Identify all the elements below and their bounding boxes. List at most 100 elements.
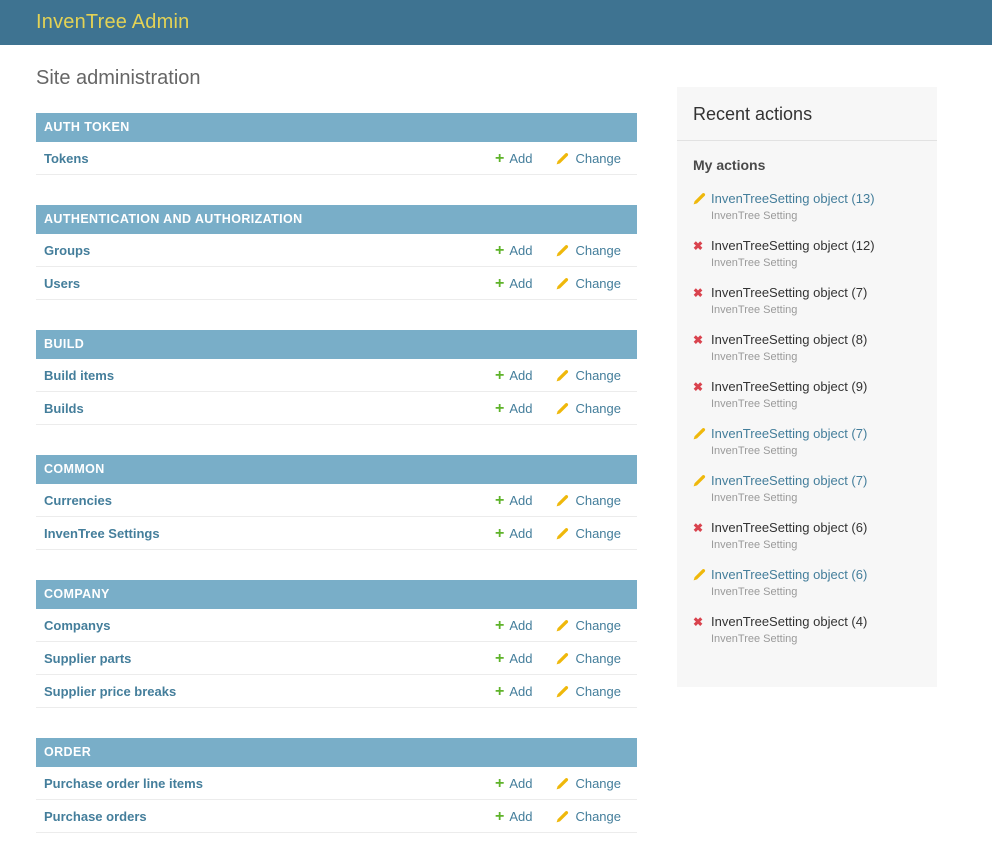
change-link[interactable]: Change: [556, 618, 621, 633]
change-link[interactable]: Change: [556, 526, 621, 541]
sidebar-column: Recent actions My actions InvenTreeSetti…: [677, 87, 937, 687]
add-link[interactable]: + Add: [495, 151, 532, 166]
plus-icon: +: [495, 810, 504, 823]
add-link[interactable]: + Add: [495, 493, 532, 508]
app-module: BUILD Build items + Add Change Builds + …: [36, 330, 637, 425]
model-link[interactable]: Users: [44, 276, 495, 291]
model-row: Builds + Add Change: [36, 392, 637, 425]
change-label: Change: [575, 401, 621, 416]
plus-icon: +: [495, 652, 504, 665]
change-link[interactable]: Change: [556, 684, 621, 699]
pencil-icon: [693, 427, 711, 440]
pencil-icon: [556, 619, 569, 632]
plus-icon: +: [495, 685, 504, 698]
add-label: Add: [509, 684, 532, 699]
add-label: Add: [509, 243, 532, 258]
model-link[interactable]: Supplier parts: [44, 651, 495, 666]
recent-action-item: ✖ InvenTreeSetting object (8) InvenTree …: [693, 332, 921, 363]
model-link[interactable]: Purchase orders: [44, 809, 495, 824]
cross-icon: ✖: [693, 522, 711, 534]
change-link[interactable]: Change: [556, 151, 621, 166]
pencil-icon: [556, 402, 569, 415]
recent-actions-title: Recent actions: [677, 87, 937, 141]
add-link[interactable]: + Add: [495, 651, 532, 666]
pencil-icon: [693, 474, 711, 487]
pencil-icon: [556, 810, 569, 823]
add-link[interactable]: + Add: [495, 809, 532, 824]
model-link[interactable]: Companys: [44, 618, 495, 633]
main-column: Site administration AUTH TOKEN Tokens + …: [36, 45, 637, 845]
change-link[interactable]: Change: [556, 243, 621, 258]
recent-action-label[interactable]: InvenTreeSetting object (6): [711, 567, 867, 582]
add-link[interactable]: + Add: [495, 368, 532, 383]
recent-action-label: InvenTreeSetting object (8): [711, 332, 867, 347]
model-link[interactable]: InvenTree Settings: [44, 526, 495, 541]
pencil-icon: [556, 277, 569, 290]
add-link[interactable]: + Add: [495, 684, 532, 699]
pencil-icon: [693, 192, 711, 205]
change-link[interactable]: Change: [556, 776, 621, 791]
model-link[interactable]: Supplier price breaks: [44, 684, 495, 699]
cross-icon: ✖: [693, 616, 711, 628]
plus-icon: +: [495, 244, 504, 257]
content: Site administration AUTH TOKEN Tokens + …: [0, 45, 992, 845]
add-link[interactable]: + Add: [495, 243, 532, 258]
add-label: Add: [509, 276, 532, 291]
cross-icon: ✖: [693, 287, 711, 299]
add-link[interactable]: + Add: [495, 401, 532, 416]
change-link[interactable]: Change: [556, 809, 621, 824]
change-link[interactable]: Change: [556, 493, 621, 508]
change-label: Change: [575, 276, 621, 291]
recent-action-item: ✖ InvenTreeSetting object (6) InvenTree …: [693, 520, 921, 551]
recent-action-label[interactable]: InvenTreeSetting object (7): [711, 426, 867, 441]
pencil-icon: [556, 527, 569, 540]
model-link[interactable]: Build items: [44, 368, 495, 383]
model-row: Purchase orders + Add Change: [36, 800, 637, 833]
cross-icon: ✖: [693, 381, 711, 393]
recent-action-label[interactable]: InvenTreeSetting object (13): [711, 191, 875, 206]
pencil-icon: [556, 777, 569, 790]
recent-action-type: InvenTree Setting: [711, 539, 921, 551]
add-label: Add: [509, 651, 532, 666]
add-link[interactable]: + Add: [495, 526, 532, 541]
change-label: Change: [575, 368, 621, 383]
model-link[interactable]: Builds: [44, 401, 495, 416]
module-caption: COMMON: [36, 455, 637, 484]
recent-action-type: InvenTree Setting: [711, 586, 921, 598]
change-link[interactable]: Change: [556, 276, 621, 291]
recent-action-type: InvenTree Setting: [711, 351, 921, 363]
app-module: COMPANY Companys + Add Change Supplier p…: [36, 580, 637, 708]
pencil-icon: [556, 685, 569, 698]
plus-icon: +: [495, 402, 504, 415]
app-module: AUTHENTICATION AND AUTHORIZATION Groups …: [36, 205, 637, 300]
model-row: Groups + Add Change: [36, 234, 637, 267]
module-caption: ORDER: [36, 738, 637, 767]
module-caption: AUTH TOKEN: [36, 113, 637, 142]
recent-action-type: InvenTree Setting: [711, 304, 921, 316]
change-link[interactable]: Change: [556, 651, 621, 666]
add-link[interactable]: + Add: [495, 776, 532, 791]
change-label: Change: [575, 684, 621, 699]
model-link[interactable]: Groups: [44, 243, 495, 258]
plus-icon: +: [495, 369, 504, 382]
model-link[interactable]: Tokens: [44, 151, 495, 166]
pencil-icon: [556, 369, 569, 382]
recent-action-item: InvenTreeSetting object (13) InvenTree S…: [693, 191, 921, 222]
model-row: Companys + Add Change: [36, 609, 637, 642]
model-link[interactable]: Purchase order line items: [44, 776, 495, 791]
model-link[interactable]: Currencies: [44, 493, 495, 508]
change-link[interactable]: Change: [556, 401, 621, 416]
add-link[interactable]: + Add: [495, 276, 532, 291]
recent-action-label[interactable]: InvenTreeSetting object (7): [711, 473, 867, 488]
add-label: Add: [509, 809, 532, 824]
app-module: ORDER Purchase order line items + Add Ch…: [36, 738, 637, 833]
app-title-link[interactable]: InvenTree Admin: [36, 11, 189, 34]
recent-action-label: InvenTreeSetting object (9): [711, 379, 867, 394]
plus-icon: +: [495, 777, 504, 790]
change-label: Change: [575, 651, 621, 666]
model-row: Build items + Add Change: [36, 359, 637, 392]
recent-action-item: ✖ InvenTreeSetting object (7) InvenTree …: [693, 285, 921, 316]
change-link[interactable]: Change: [556, 368, 621, 383]
add-label: Add: [509, 151, 532, 166]
add-link[interactable]: + Add: [495, 618, 532, 633]
